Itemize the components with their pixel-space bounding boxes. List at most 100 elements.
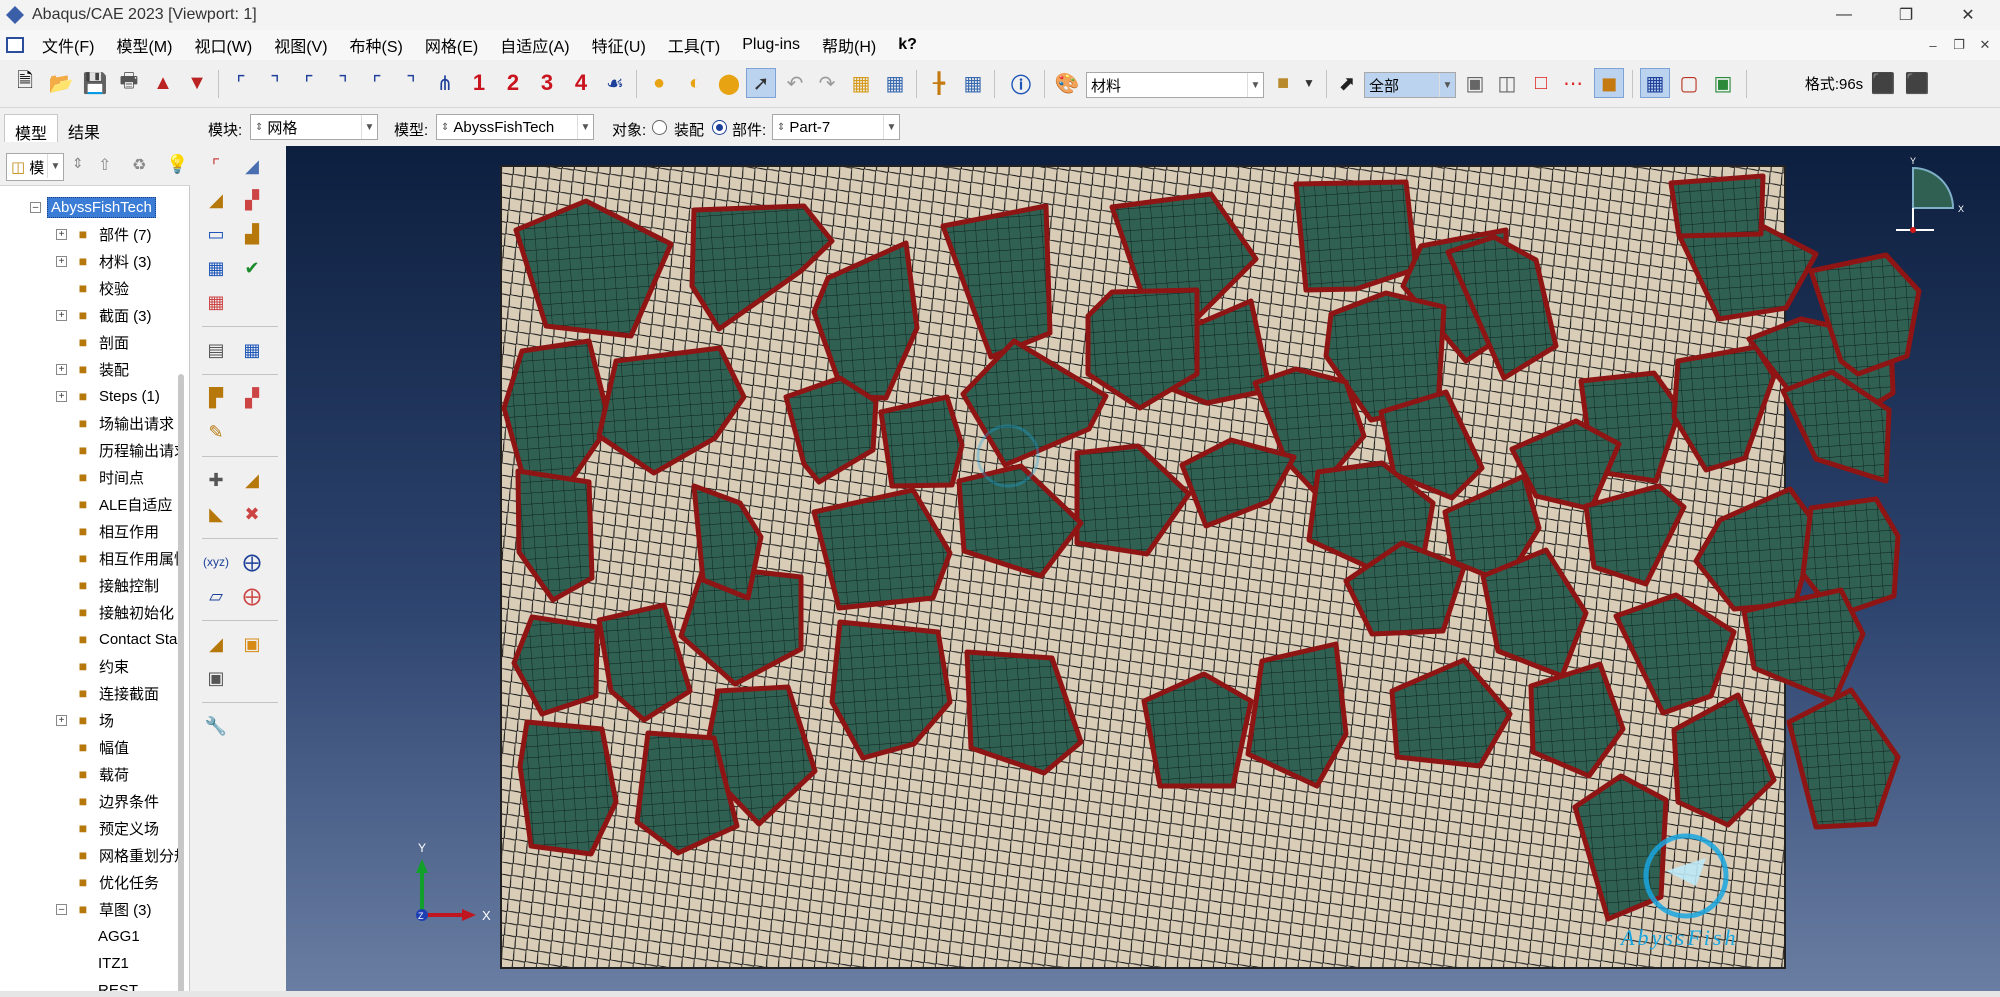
tree-node[interactable]: ■ Contact Stabilization — [73, 626, 180, 652]
element-type-icon[interactable]: ▭ — [200, 218, 232, 250]
datum-axis-icon[interactable]: ⨁ — [236, 546, 268, 578]
model-combo[interactable]: ⇕ AbyssFishTech ▼ — [436, 114, 594, 140]
new-file-icon[interactable]: 🗎 — [10, 68, 40, 98]
menu-viewport[interactable]: 视口(W) — [194, 33, 252, 57]
viewport[interactable]: AbyssFish Y X Z Y X — [286, 146, 2000, 991]
verify-mesh-icon[interactable]: ✔ — [236, 252, 268, 284]
tree-node[interactable]: ■ 边界条件 — [73, 788, 159, 814]
view-zy-icon[interactable]: ⌜ — [294, 68, 324, 98]
expand-icon[interactable]: + — [56, 228, 67, 240]
mdi-restore-button[interactable]: ❐ — [1948, 34, 1970, 56]
cube-outline-icon[interactable]: ⬛ — [1868, 68, 1898, 98]
triad-view-icon[interactable]: ☙ — [600, 68, 630, 98]
view-yz-icon[interactable]: ⌝ — [328, 68, 358, 98]
maximize-button[interactable]: ❐ — [1878, 0, 1934, 30]
menu-mesh[interactable]: 网格(E) — [425, 33, 478, 57]
virtual-topology-icon[interactable]: ▤ — [200, 334, 232, 366]
tree-root-node[interactable]: – AbyssFishTech — [30, 194, 156, 220]
tree-node[interactable]: – ■ 草图 (3) — [56, 896, 152, 922]
import-icon[interactable]: ▲ — [148, 68, 178, 98]
menu-plugins[interactable]: Plug-ins — [742, 36, 800, 54]
select-cursor-icon[interactable]: ⬈ — [1332, 68, 1362, 98]
create-node-icon[interactable]: ✚ — [200, 464, 232, 496]
menu-adaptivity[interactable]: 自适应(A) — [500, 33, 569, 57]
color-code-icon[interactable]: 🎨 — [1052, 68, 1082, 98]
lightbulb-icon[interactable]: 💡 — [166, 154, 188, 175]
tree-scrollbar[interactable] — [178, 374, 184, 994]
part-instance-icon[interactable]: ◼ — [1594, 68, 1624, 98]
view-zx-icon[interactable]: ⌝ — [396, 68, 426, 98]
reference-icon[interactable]: ▣ — [200, 662, 232, 694]
menu-view[interactable]: 视图(V) — [274, 33, 327, 57]
tree-node[interactable]: ■ 载荷 — [73, 761, 129, 787]
selection-options-icon[interactable]: ⋯ — [1558, 68, 1588, 98]
expand-icon[interactable]: + — [56, 714, 67, 726]
dropdown-arrow-icon[interactable]: ▼ — [1294, 68, 1324, 98]
mdi-minimize-button[interactable]: – — [1922, 34, 1944, 56]
node-edit-icon[interactable]: ◢ — [236, 464, 268, 496]
tree-node[interactable]: + ■ 装配 — [56, 356, 129, 382]
select-from-viewport-icon[interactable]: ◫ — [1492, 68, 1522, 98]
tree-node[interactable]: ■ 约束 — [73, 653, 129, 679]
redo-icon[interactable]: ↷ — [812, 68, 842, 98]
tree-node[interactable]: + ■ 材料 (3) — [56, 248, 152, 274]
mesh-controls-icon[interactable]: ▞ — [236, 184, 268, 216]
seed-part-icon[interactable]: ⌜ — [200, 150, 232, 182]
report-icon[interactable]: ▦ — [958, 68, 988, 98]
menu-help[interactable]: 帮助(H) — [822, 33, 876, 57]
context-help-button[interactable]: k? — [898, 36, 917, 54]
tree-node[interactable]: ■ 历程输出请求 — [73, 437, 180, 463]
info-icon[interactable]: ⓘ — [1006, 68, 1036, 98]
menu-model[interactable]: 模型(M) — [116, 33, 172, 57]
render-hidden-icon[interactable]: ◐ — [680, 68, 710, 98]
menu-tools[interactable]: 工具(T) — [668, 33, 720, 57]
module-combo[interactable]: ⇕ 网格 ▼ — [250, 114, 378, 140]
cube-solid-icon[interactable]: ⬛ — [1902, 68, 1932, 98]
expand-icon[interactable]: + — [56, 363, 67, 375]
delete-element-icon[interactable]: ✖ — [236, 498, 268, 530]
folder-up-icon[interactable]: ⇧ — [98, 155, 111, 175]
table-icon[interactable]: ▦ — [880, 68, 910, 98]
up-down-icon[interactable]: ⇕ — [72, 155, 84, 172]
edit-mesh-icon[interactable]: ▛ — [200, 382, 232, 414]
expand-icon[interactable]: + — [56, 390, 67, 402]
datum-plane-icon[interactable]: ▱ — [200, 580, 232, 612]
export-icon[interactable]: ▼ — [182, 68, 212, 98]
tree-node[interactable]: ■ 相互作用 — [73, 518, 159, 544]
mesh-region-icon[interactable]: ▟ — [236, 218, 268, 250]
seed-edge-icon[interactable]: ◢ — [236, 150, 268, 182]
step-1-button[interactable]: 1 — [464, 68, 494, 98]
datum-icon[interactable]: ╊ — [924, 68, 954, 98]
tree-node[interactable]: ■ 剖面 — [73, 329, 129, 355]
menu-file[interactable]: 文件(F) — [42, 33, 94, 57]
step-3-button[interactable]: 3 — [532, 68, 562, 98]
menu-seed[interactable]: 布种(S) — [350, 33, 403, 57]
query-icon[interactable]: ▦ — [846, 68, 876, 98]
tree-node[interactable]: ■ 相互作用属性 — [73, 545, 180, 571]
tree-node[interactable]: + ■ 场 — [56, 707, 114, 733]
repair-icon[interactable]: ✎ — [200, 416, 232, 448]
mesh-stats-icon[interactable]: ▦ — [236, 334, 268, 366]
part-radio[interactable] — [712, 120, 727, 135]
filter-icon[interactable]: ♻ — [132, 155, 146, 175]
open-folder-icon[interactable]: 📂 — [46, 68, 76, 98]
view-xz-icon[interactable]: ⌜ — [362, 68, 392, 98]
mesh-display-icon[interactable]: ▦ — [1640, 68, 1670, 98]
tree-node[interactable]: ■ 连接截面 — [73, 680, 159, 706]
datum-csys-icon[interactable]: ⨁ — [236, 580, 268, 612]
part-combo[interactable]: ⇕ Part-7 ▼ — [772, 114, 900, 140]
undo-icon[interactable]: ↶ — [780, 68, 810, 98]
view-iso-icon[interactable]: ⋔ — [430, 68, 460, 98]
tree-filter-combo[interactable]: ◫ 模 ▼ — [6, 153, 64, 181]
step-4-button[interactable]: 4 — [566, 68, 596, 98]
collapse-icon[interactable]: – — [56, 903, 67, 915]
shaded-mesh-icon[interactable]: ▣ — [1708, 68, 1738, 98]
save-icon[interactable]: 💾 — [80, 68, 110, 98]
view-yx-icon[interactable]: ⌝ — [260, 68, 290, 98]
tree-node[interactable]: ■ 接触控制 — [73, 572, 159, 598]
render-sphere-icon[interactable]: ⬤ — [714, 68, 744, 98]
tree-node[interactable]: + ■ 部件 (7) — [56, 221, 152, 247]
sweep-icon[interactable]: ▣ — [236, 628, 268, 660]
assembly-radio[interactable] — [652, 120, 667, 135]
minimize-button[interactable]: — — [1816, 0, 1872, 30]
